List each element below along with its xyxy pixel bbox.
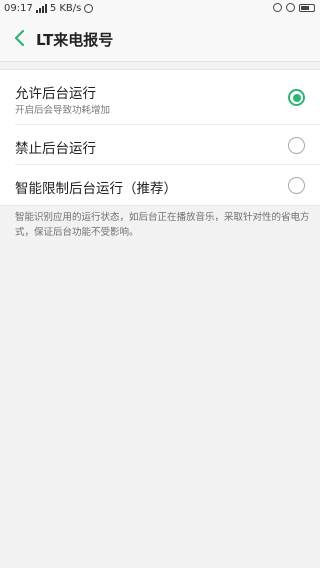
status-right (273, 3, 315, 12)
description-text: 智能识别应用的运行状态，如后台正在播放音乐，采取针对性的省电方式，保证后台功能不… (15, 212, 310, 238)
lock-rotation-icon (273, 3, 282, 12)
option-label: 智能限制后台运行（推荐） (15, 181, 177, 197)
status-bar: 09:17 5 KB/s (0, 0, 320, 18)
option-label: 禁止后台运行 (15, 141, 96, 157)
background-run-options: 允许后台运行 开启后会导致功耗增加 禁止后台运行 智能限制后台运行（推荐） (0, 69, 320, 206)
back-arrow-icon[interactable] (10, 28, 30, 48)
radio-selected[interactable] (288, 89, 305, 106)
alarm-icon (286, 3, 295, 12)
option-subtitle: 开启后会导致功耗增加 (15, 105, 111, 116)
status-left: 09:17 5 KB/s (4, 3, 94, 14)
status-time: 09:17 (4, 3, 33, 14)
signal-icon (35, 4, 47, 13)
section-spacer (0, 62, 320, 69)
battery-icon (299, 3, 315, 12)
page-title: LT来电报号 (36, 31, 114, 49)
radio-unselected[interactable] (288, 177, 305, 194)
radio-unselected[interactable] (288, 137, 305, 154)
option-smart-limit-background[interactable]: 智能限制后台运行（推荐） (0, 165, 320, 205)
option-allow-background[interactable]: 允许后台运行 开启后会导致功耗增加 (0, 70, 320, 125)
title-bar: LT来电报号 (0, 18, 320, 62)
network-speed: 5 KB/s (49, 3, 82, 14)
sync-icon (84, 4, 94, 13)
option-forbid-background[interactable]: 禁止后台运行 (0, 125, 320, 165)
option-label: 允许后台运行 (15, 86, 96, 102)
